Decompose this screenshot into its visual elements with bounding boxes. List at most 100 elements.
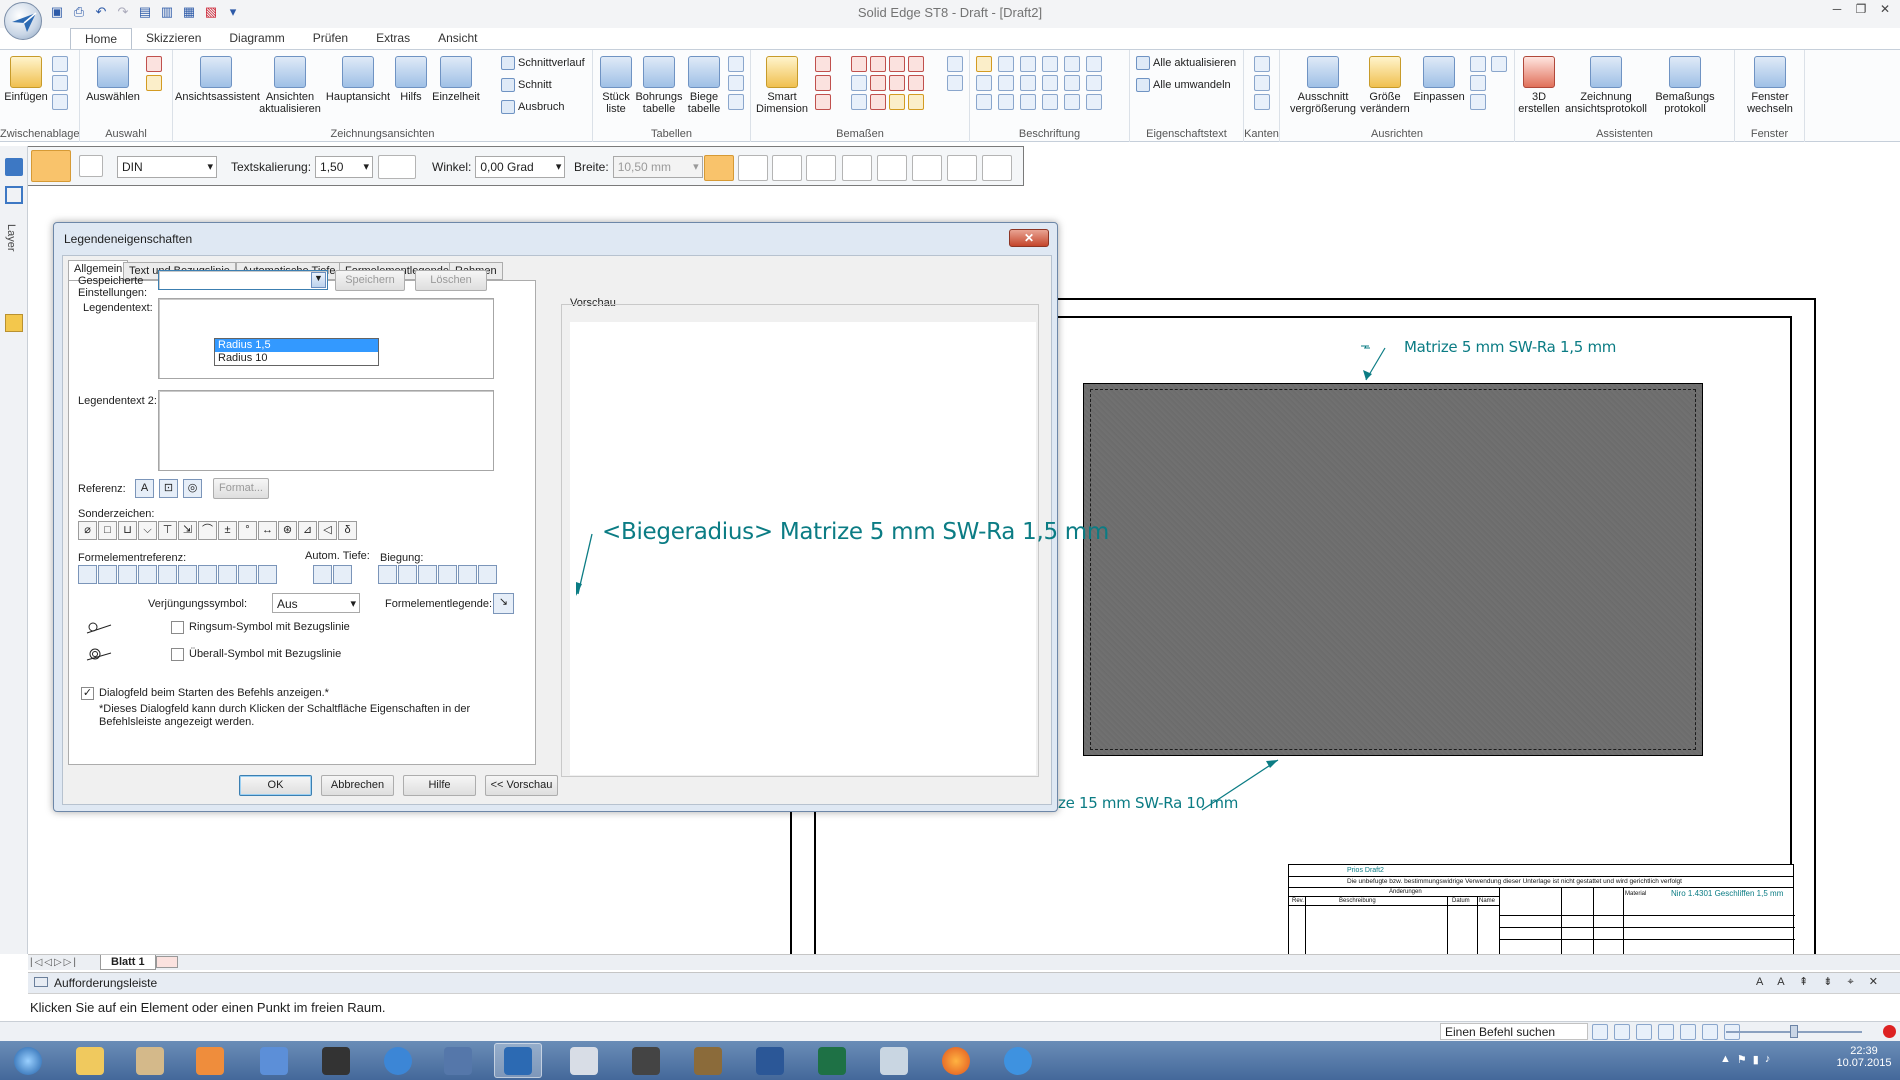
properties-icon[interactable]: ▦ (180, 3, 198, 21)
update-all-button[interactable]: Alle aktualisieren (1136, 56, 1236, 70)
command-search-input[interactable]: Einen Befehl suchen (1440, 1023, 1588, 1040)
zoom-slider-thumb[interactable] (1790, 1025, 1798, 1038)
switch-window-button[interactable]: Fenster wechseln (1739, 56, 1801, 115)
statistical-icon[interactable]: ⊛ (278, 521, 297, 540)
section-button[interactable]: Schnitt (501, 78, 552, 92)
maximize-button[interactable]: ❐ (1850, 2, 1872, 20)
drawing-view-log-button[interactable]: Zeichnung ansichtsprotokoll (1563, 56, 1649, 115)
select-tools-icon[interactable] (146, 75, 162, 91)
record-icon[interactable] (1883, 1025, 1896, 1038)
customize-icon[interactable]: ▾ (224, 3, 242, 21)
text-scale-select[interactable]: 1,50 (315, 156, 374, 178)
callout-bottom-text[interactable]: ze 15 mm SW-Ra 10 mm (1058, 794, 1238, 812)
word-icon[interactable] (746, 1043, 794, 1078)
redo-icon[interactable]: ↷ (114, 3, 132, 21)
vertical-text-icon[interactable] (877, 155, 907, 181)
annotation-icon[interactable] (1064, 94, 1080, 110)
feature-control-icon[interactable] (976, 94, 992, 110)
app-icon[interactable] (434, 1043, 482, 1078)
table-icon[interactable] (728, 94, 744, 110)
degree-icon[interactable]: ° (238, 521, 257, 540)
delete-settings-button[interactable]: Löschen (415, 270, 487, 291)
dimension-icon[interactable] (908, 56, 924, 72)
dropdown-option[interactable]: Radius 1,5 (215, 339, 378, 352)
dimension-log-button[interactable]: Bemaßungs protokoll (1653, 56, 1717, 115)
tab-sketch[interactable]: Skizzieren (132, 28, 215, 50)
help-button[interactable]: Hilfe (403, 775, 476, 796)
close-button[interactable]: ✕ (1874, 2, 1896, 20)
taper-icon[interactable]: ⊿ (298, 521, 317, 540)
dimension-icon[interactable] (908, 75, 924, 91)
dimension-style-icon[interactable] (947, 75, 963, 91)
firefox-icon[interactable] (932, 1043, 980, 1078)
balloon-icon[interactable] (1020, 56, 1036, 72)
new-icon[interactable]: ▤ (136, 3, 154, 21)
app-icon[interactable] (684, 1043, 732, 1078)
save-icon[interactable]: ▣ (48, 3, 66, 21)
annotation-icon[interactable] (1086, 94, 1102, 110)
zoom-icon[interactable] (1470, 75, 1486, 91)
surface-texture-icon[interactable] (976, 75, 992, 91)
between-icon[interactable]: ↔ (258, 521, 277, 540)
width-select[interactable]: 10,50 mm (612, 156, 703, 178)
bend-sequence-icon[interactable] (438, 565, 457, 584)
zoom-area-icon[interactable] (1614, 1024, 1630, 1040)
hole-reference-icon[interactable] (198, 565, 217, 584)
ok-button[interactable]: OK (239, 775, 312, 796)
tab-inspect[interactable]: Prüfen (299, 28, 362, 50)
format-painter-icon[interactable] (52, 94, 68, 110)
dimension-icon[interactable] (851, 56, 867, 72)
callout-icon[interactable] (976, 56, 992, 72)
standard-select[interactable]: DIN (117, 156, 217, 178)
smart-dimension-button[interactable]: Smart Dimension (755, 56, 809, 115)
all-around-checkbox[interactable] (171, 621, 184, 634)
explorer-icon[interactable] (66, 1043, 114, 1078)
cancel-button[interactable]: Abbrechen (321, 775, 394, 796)
app-icon[interactable] (126, 1043, 174, 1078)
resize-button[interactable]: Größe verändern (1360, 56, 1410, 115)
arc-length-icon[interactable]: ⌒ (198, 521, 217, 540)
edge-icon[interactable] (1254, 56, 1270, 72)
bolt-hole-icon[interactable] (1064, 75, 1080, 91)
hole-table-button[interactable]: Bohrungs tabelle (635, 56, 683, 115)
tab-view[interactable]: Ansicht (424, 28, 491, 50)
depth-reference-icon[interactable] (313, 565, 332, 584)
hole-reference-icon[interactable] (118, 565, 137, 584)
breakout-button[interactable]: Ausbruch (501, 100, 564, 114)
folder-icon[interactable] (5, 314, 23, 332)
report-icon[interactable]: ▧ (202, 3, 220, 21)
dimension-style-icon[interactable] (947, 56, 963, 72)
square-icon[interactable]: □ (98, 521, 117, 540)
excel-icon[interactable] (808, 1043, 856, 1078)
all-over-checkbox[interactable] (171, 648, 184, 661)
hole-reference-icon[interactable] (158, 565, 177, 584)
dropdown-option[interactable]: Radius 10 (215, 352, 378, 365)
center-mark-icon[interactable] (1086, 56, 1102, 72)
minimize-button[interactable]: ─ (1826, 2, 1848, 20)
prompt-bar-controls[interactable]: A A ⇞ ⇟ ⌖ ✕ (1756, 975, 1884, 989)
sheet-icon[interactable] (5, 186, 23, 204)
border-style-icon[interactable] (378, 155, 416, 179)
sheet-nav-arrows[interactable]: |◁◁▷▷| (30, 957, 78, 968)
datum-icon[interactable] (1086, 75, 1102, 91)
view-wizard-button[interactable]: Ansichtsassistent (175, 56, 260, 103)
internet-explorer-icon[interactable] (994, 1043, 1042, 1078)
tab-tools[interactable]: Extras (362, 28, 424, 50)
hole-reference-icon[interactable] (78, 565, 97, 584)
dimension-icon[interactable] (908, 94, 924, 110)
bend-direction-icon[interactable] (418, 565, 437, 584)
edge-icon[interactable] (1254, 94, 1270, 110)
depth-icon[interactable]: ⊤ (158, 521, 177, 540)
parts-list-button[interactable]: Stück liste (599, 56, 633, 115)
system-tray[interactable]: ▲ ⚑ ▮ ♪ (1720, 1053, 1770, 1066)
app-icon[interactable] (622, 1043, 670, 1078)
bend-radius-icon[interactable] (378, 565, 397, 584)
fit-button[interactable]: Einpassen (1412, 56, 1466, 103)
dimension-icon[interactable] (870, 75, 886, 91)
fit-icon[interactable] (1658, 1024, 1674, 1040)
dimension-icon[interactable] (851, 94, 867, 110)
angle-select[interactable]: 0,00 Grad (475, 156, 566, 178)
centerline-icon[interactable] (1064, 56, 1080, 72)
pan-icon[interactable] (1592, 1024, 1608, 1040)
tab-diagram[interactable]: Diagramm (215, 28, 298, 50)
